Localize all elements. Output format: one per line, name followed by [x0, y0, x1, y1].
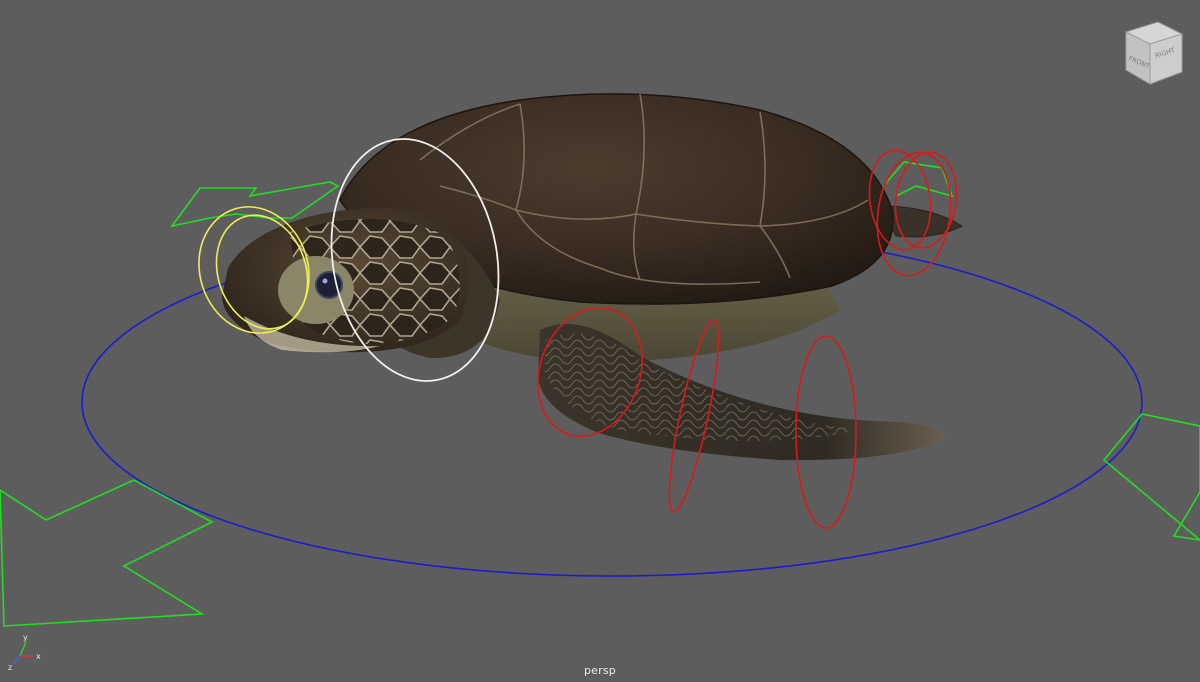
maya-viewport[interactable]: FRONT RIGHT y x z persp	[0, 0, 1200, 682]
scene-canvas[interactable]	[0, 0, 1200, 682]
axis-z-line	[13, 655, 21, 665]
axis-x-label: x	[36, 652, 41, 661]
camera-name-label: persp	[584, 664, 616, 677]
foot-control-back-left[interactable]	[0, 479, 214, 627]
view-cube[interactable]: FRONT RIGHT	[1112, 14, 1192, 94]
foot-control-back-right[interactable]	[1102, 413, 1200, 541]
eye-highlight	[322, 278, 328, 284]
axis-y-line	[19, 641, 27, 657]
axis-y-label: y	[23, 633, 28, 642]
